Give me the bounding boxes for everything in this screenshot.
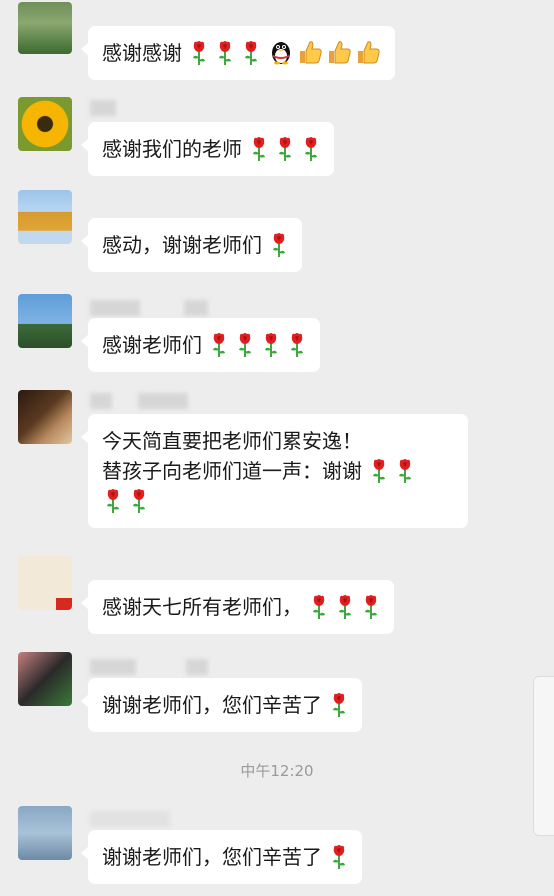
rose-icon (302, 136, 320, 162)
message-text-line: 替孩子向老师们道一声：谢谢 (102, 459, 362, 483)
message-bubble[interactable]: 谢谢老师们，您们辛苦了 (81, 830, 362, 884)
rose-icon (370, 458, 388, 484)
thumbs-up-icon (326, 39, 352, 65)
sender-name (90, 99, 116, 117)
message-bubble[interactable]: 感谢天七所有老师们， (81, 580, 394, 634)
avatar[interactable] (18, 390, 72, 444)
rose-icon (270, 232, 288, 258)
timestamp: 中午12:20 (240, 762, 314, 780)
rose-icon (250, 136, 268, 162)
rose-icon (276, 136, 294, 162)
avatar[interactable] (18, 806, 72, 860)
rose-icon (330, 844, 348, 870)
sender-name (90, 658, 208, 676)
rose-icon (288, 332, 306, 358)
message-bubble[interactable]: 感谢老师们 (81, 318, 320, 372)
rose-icon (330, 692, 348, 718)
message-text: 感谢老师们 (102, 333, 202, 357)
sender-name (90, 810, 170, 828)
rose-icon (190, 40, 208, 66)
avatar[interactable] (18, 556, 72, 610)
message-bubble[interactable]: 今天简直要把老师们累安逸！ 替孩子向老师们道一声：谢谢 (81, 414, 468, 528)
thumbs-up-icon (355, 39, 381, 65)
thumbs-up-icon (297, 39, 323, 65)
message-text: 感谢感谢 (102, 41, 182, 65)
rose-icon (130, 488, 148, 514)
message-text: 感谢我们的老师 (102, 137, 242, 161)
rose-icon (362, 594, 380, 620)
rose-icon (236, 332, 254, 358)
avatar[interactable] (18, 652, 72, 706)
rose-icon (104, 488, 122, 514)
avatar[interactable] (18, 190, 72, 244)
rose-icon (310, 594, 328, 620)
sender-name (90, 392, 188, 410)
message-bubble[interactable]: 感谢我们的老师 (81, 122, 334, 176)
rose-icon (336, 594, 354, 620)
message-bubble[interactable]: 感谢感谢 (81, 26, 395, 80)
rose-icon (210, 332, 228, 358)
rose-icon (396, 458, 414, 484)
message-text: 谢谢老师们，您们辛苦了 (102, 845, 322, 869)
side-drawer-handle[interactable] (533, 676, 554, 836)
message-bubble[interactable]: 感动，谢谢老师们 (81, 218, 302, 272)
avatar[interactable] (18, 2, 72, 54)
message-text: 感动，谢谢老师们 (102, 233, 262, 257)
message-text-line: 今天简直要把老师们累安逸！ (102, 429, 362, 453)
rose-icon (262, 332, 280, 358)
rose-icon (242, 40, 260, 66)
rose-icon (216, 40, 234, 66)
sender-name (90, 299, 208, 317)
avatar[interactable] (18, 294, 72, 348)
message-bubble[interactable]: 谢谢老师们，您们辛苦了 (81, 678, 362, 732)
message-text: 感谢天七所有老师们， (102, 595, 302, 619)
avatar[interactable] (18, 97, 72, 151)
qq-penguin-icon (268, 39, 294, 65)
message-text: 谢谢老师们，您们辛苦了 (102, 693, 322, 717)
